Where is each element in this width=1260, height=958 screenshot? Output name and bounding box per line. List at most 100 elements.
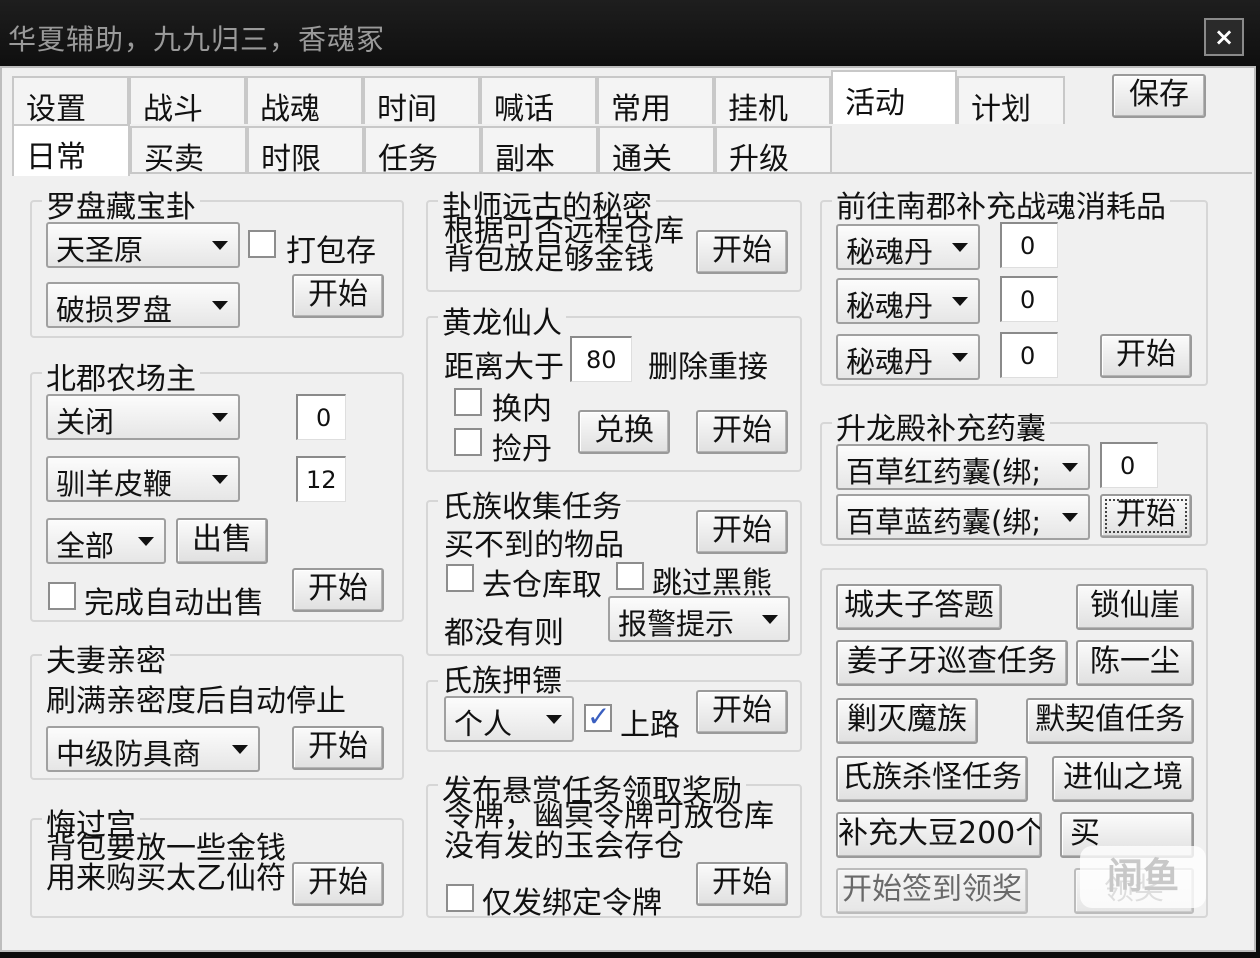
chevron-down-icon <box>1062 513 1078 522</box>
tab-idle[interactable]: 挂机 <box>714 76 831 124</box>
red-potion-value: 百草红药囊(绑; <box>846 455 1042 489</box>
red-potion-select[interactable]: 百草红药囊(绑; <box>836 444 1090 490</box>
huiguo-start-button[interactable]: 开始 <box>292 862 384 906</box>
nanjun-qty-field-3[interactable]: 0 <box>1000 332 1058 378</box>
farm-count1-field[interactable]: 0 <box>296 394 346 440</box>
blue-potion-value: 百草蓝药囊(绑; <box>846 505 1042 539</box>
tab-clear[interactable]: 通关 <box>598 126 715 174</box>
guashi-desc-2: 背包放足够金钱 <box>444 242 654 277</box>
distance-field[interactable]: 80 <box>570 336 632 382</box>
exchange-button[interactable]: 兑换 <box>578 410 670 454</box>
bound-only-label: 仅发绑定令牌 <box>482 886 662 921</box>
bounty-start-button[interactable]: 开始 <box>696 862 788 906</box>
title-bar[interactable]: 华夏辅助，九九归三，香魂冢 × <box>0 0 1260 66</box>
tab-timed[interactable]: 时限 <box>247 126 364 174</box>
bound-only-checkbox[interactable] <box>446 884 474 912</box>
chevron-down-icon <box>212 475 228 484</box>
farm-mode-select[interactable]: 关闭 <box>46 394 240 440</box>
luopan-start-button[interactable]: 开始 <box>292 274 384 318</box>
chevron-down-icon <box>1062 463 1078 472</box>
app-window: 华夏辅助，九九归三，香魂冢 × 设置 战斗 战魂 时间 喊话 常用 挂机 活动 … <box>0 0 1260 958</box>
chevron-down-icon <box>952 297 968 306</box>
luopan-item-select[interactable]: 破损罗盘 <box>46 282 240 328</box>
farm-item-select[interactable]: 驯羊皮鞭 <box>46 456 240 502</box>
shenglong-start-button[interactable]: 开始 <box>1100 494 1192 538</box>
quick-task-button-7[interactable]: 氏族杀怪任务 <box>836 756 1028 802</box>
warehouse-label: 去仓库取 <box>482 568 602 603</box>
alarm-select[interactable]: 报警提示 <box>608 596 790 642</box>
bounty-desc-2: 没有发的玉会存仓 <box>444 829 684 864</box>
tab-shout[interactable]: 喊话 <box>480 76 597 124</box>
tab-levelup[interactable]: 升级 <box>715 126 832 174</box>
quick-task-button-6[interactable]: 默契值任务 <box>1026 698 1194 744</box>
tab-daily[interactable]: 日常 <box>12 124 130 176</box>
tab-quest[interactable]: 任务 <box>364 126 481 174</box>
nanjun-item-value-3: 秘魂丹 <box>846 345 934 379</box>
quick-task-button-8[interactable]: 进仙之境 <box>1052 756 1194 802</box>
tab-time[interactable]: 时间 <box>363 76 480 124</box>
huanglong-start-button[interactable]: 开始 <box>696 410 788 454</box>
guashi-start-button[interactable]: 开始 <box>696 230 788 274</box>
chevron-down-icon <box>952 353 968 362</box>
nanjun-item-value-1: 秘魂丹 <box>846 235 934 269</box>
farm-start-button[interactable]: 开始 <box>292 568 384 612</box>
couple-start-button[interactable]: 开始 <box>292 726 384 770</box>
clan-start-button[interactable]: 开始 <box>696 510 788 554</box>
skip-bear-checkbox[interactable] <box>616 562 644 590</box>
tab-common[interactable]: 常用 <box>597 76 714 124</box>
nanjun-start-button[interactable]: 开始 <box>1100 334 1192 378</box>
pick-dan-checkbox[interactable] <box>454 428 482 456</box>
bounty-desc-1: 令牌，幽冥令牌可放仓库 <box>444 799 774 834</box>
chevron-down-icon <box>212 301 228 310</box>
quick-task-button-5[interactable]: 剿灭魔族 <box>836 698 978 744</box>
blue-potion-select[interactable]: 百草蓝药囊(绑; <box>836 494 1090 540</box>
group-luopan-title: 罗盘藏宝卦 <box>42 182 200 226</box>
warehouse-checkbox[interactable] <box>446 564 474 592</box>
tab-settings[interactable]: 设置 <box>12 76 129 124</box>
nanjun-item-value-2: 秘魂丹 <box>846 289 934 323</box>
pick-dan-label: 捡丹 <box>492 432 552 467</box>
group-huanglong-title: 黄龙仙人 <box>438 298 566 342</box>
quick-task-button-1[interactable]: 城夫子答题 <box>836 584 1002 630</box>
farm-scope-value: 全部 <box>56 529 115 563</box>
farm-count2-field[interactable]: 12 <box>296 456 346 502</box>
farm-sell-button[interactable]: 出售 <box>176 518 268 564</box>
quick-task-button-3[interactable]: 姜子牙巡查任务 <box>836 640 1068 686</box>
pack-checkbox[interactable] <box>248 230 276 258</box>
quick-task-button-2[interactable]: 锁仙崖 <box>1076 584 1194 630</box>
farm-mode-value: 关闭 <box>56 405 115 439</box>
clan-desc: 买不到的物品 <box>444 528 624 563</box>
farm-scope-select[interactable]: 全部 <box>46 518 166 564</box>
road-checkbox[interactable] <box>584 700 612 733</box>
chevron-down-icon <box>546 715 562 724</box>
tab-battle-soul[interactable]: 战魂 <box>246 76 363 124</box>
escort-start-button[interactable]: 开始 <box>696 690 788 734</box>
tab-activity[interactable]: 活动 <box>831 70 957 124</box>
region-select[interactable]: 天圣原 <box>46 222 240 268</box>
region-value: 天圣原 <box>56 233 144 267</box>
shenglong-qty-field[interactable]: 0 <box>1100 442 1158 488</box>
farm-auto-sell-checkbox[interactable] <box>48 582 76 610</box>
tab-plan[interactable]: 计划 <box>957 76 1065 124</box>
quick-task-button-9[interactable]: 补充大豆200个 <box>836 812 1042 858</box>
save-button[interactable]: 保存 <box>1112 74 1206 118</box>
window-title: 华夏辅助，九九归三，香魂冢 <box>8 23 386 56</box>
tab-trade[interactable]: 买卖 <box>130 126 247 174</box>
group-shenglong-title: 升龙殿补充药囊 <box>832 404 1050 448</box>
tab-dungeon[interactable]: 副本 <box>481 126 598 174</box>
swap-inner-checkbox[interactable] <box>454 388 482 416</box>
nanjun-item-select-1[interactable]: 秘魂丹 <box>836 224 980 270</box>
nanjun-qty-field-1[interactable]: 0 <box>1000 222 1058 268</box>
alarm-value: 报警提示 <box>618 607 735 641</box>
quick-task-button-4[interactable]: 陈一尘 <box>1076 640 1194 686</box>
nanjun-item-select-2[interactable]: 秘魂丹 <box>836 278 980 324</box>
nanjun-item-select-3[interactable]: 秘魂丹 <box>836 334 980 380</box>
escort-mode-select[interactable]: 个人 <box>444 696 574 742</box>
watermark-logo: 闹鱼 <box>1080 846 1206 908</box>
couple-merchant-select[interactable]: 中级防具商 <box>46 726 260 772</box>
tab-combat[interactable]: 战斗 <box>129 76 246 124</box>
quick-task-button-11[interactable]: 开始签到领奖 <box>836 868 1028 914</box>
group-nanjun-title: 前往南郡补充战魂消耗品 <box>832 182 1170 226</box>
nanjun-qty-field-2[interactable]: 0 <box>1000 276 1058 322</box>
close-button[interactable]: × <box>1204 18 1244 56</box>
